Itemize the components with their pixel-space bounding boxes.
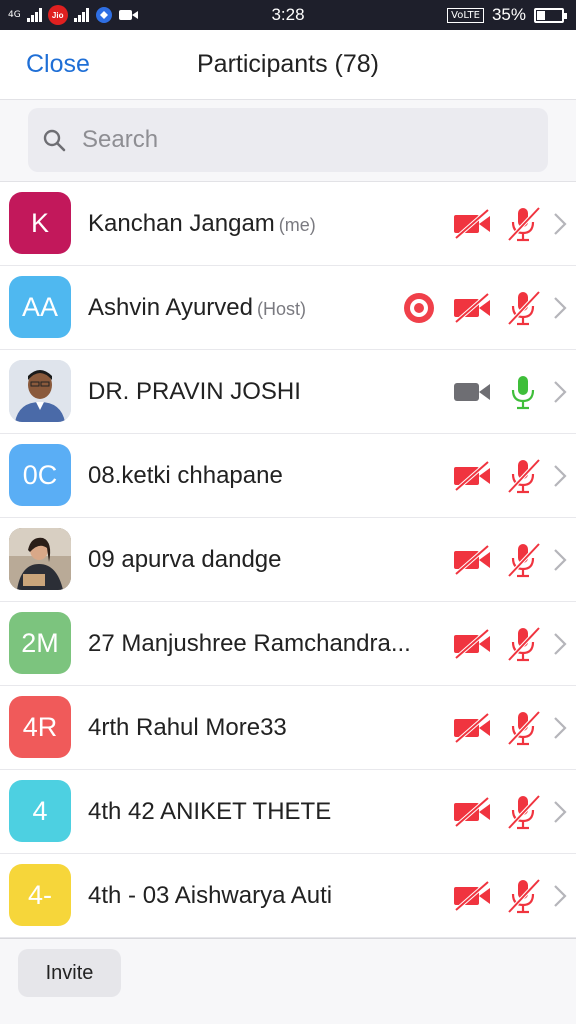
chevron-right-icon[interactable]	[552, 295, 568, 321]
participant-row[interactable]: DR. PRAVIN JOSHI	[0, 350, 576, 434]
status-bar: 4G Jio 3:28 VoLTE 35%	[0, 0, 576, 30]
video-on-icon	[452, 376, 492, 408]
participant-row[interactable]: 4 4th 42 ANIKET THETE	[0, 770, 576, 854]
participant-name-text: 4rth Rahul More33	[88, 714, 287, 741]
participant-name-text: 09 apurva dandge	[88, 546, 282, 573]
mic-muted-icon	[504, 289, 542, 327]
mic-unmuted-icon	[504, 373, 542, 411]
search-input[interactable]	[82, 108, 522, 172]
footer-bar: Invite	[0, 938, 576, 1024]
volte-badge: VoLTE	[447, 7, 484, 23]
avatar-initials: AA	[9, 276, 71, 338]
mic-muted-icon	[504, 625, 542, 663]
participant-role-tag: (Host)	[257, 299, 306, 319]
participant-name-text: 4th 42 ANIKET THETE	[88, 798, 332, 825]
mic-muted-icon	[504, 877, 542, 915]
participant-row[interactable]: 4R 4rth Rahul More33	[0, 686, 576, 770]
mic-muted-icon	[504, 709, 542, 747]
chevron-right-icon[interactable]	[552, 547, 568, 573]
chevron-right-icon[interactable]	[552, 211, 568, 237]
chevron-right-icon[interactable]	[552, 631, 568, 657]
avatar-initials: 2M	[9, 612, 71, 674]
participant-name: 08.ketki chhapane	[88, 434, 283, 518]
mic-muted-icon	[504, 457, 542, 495]
status-right: VoLTE 35%	[447, 5, 567, 25]
video-off-icon	[452, 712, 492, 744]
avatar-photo	[9, 360, 71, 422]
video-off-icon	[452, 460, 492, 492]
battery-icon	[534, 7, 567, 23]
participant-list: K Kanchan Jangam (me) AA Ashvin Ayurved (Host…	[0, 182, 576, 938]
participant-name-text: 4th - 03 Aishwarya Auti	[88, 882, 333, 909]
participant-name: 27 Manjushree Ramchandra...	[88, 602, 411, 686]
participant-row[interactable]: 0C 08.ketki chhapane	[0, 434, 576, 518]
chevron-right-icon[interactable]	[552, 379, 568, 405]
participant-name-text: DR. PRAVIN JOSHI	[88, 378, 301, 405]
chevron-right-icon[interactable]	[552, 463, 568, 489]
participant-name: 09 apurva dandge	[88, 518, 282, 602]
page-title: Participants (78)	[196, 50, 380, 78]
participant-name: Kanchan Jangam (me)	[88, 182, 316, 266]
search-icon	[43, 129, 66, 152]
video-off-icon	[452, 292, 492, 324]
header: Close Participants (78)	[0, 30, 576, 100]
participant-name: 4th 42 ANIKET THETE	[88, 770, 331, 854]
participant-row[interactable]: 4- 4th - 03 Aishwarya Auti	[0, 854, 576, 938]
participant-name-text: Kanchan Jangam	[88, 210, 275, 237]
avatar-initials: K	[9, 192, 71, 254]
search-box[interactable]	[28, 108, 548, 172]
participant-row[interactable]: 2M 27 Manjushree Ramchandra...	[0, 602, 576, 686]
video-off-icon	[452, 544, 492, 576]
participant-row[interactable]: K Kanchan Jangam (me)	[0, 182, 576, 266]
participant-name-text: 27 Manjushree Ramchandra...	[88, 630, 411, 657]
search-bar	[0, 100, 576, 182]
participant-row[interactable]: AA Ashvin Ayurved (Host)	[0, 266, 576, 350]
participant-name: 4rth Rahul More33	[88, 686, 287, 770]
avatar-initials: 4R	[9, 696, 71, 758]
participant-row[interactable]: 09 apurva dandge	[0, 518, 576, 602]
chevron-right-icon[interactable]	[552, 883, 568, 909]
video-off-icon	[452, 880, 492, 912]
avatar-initials: 4	[9, 780, 71, 842]
battery-fill	[537, 10, 546, 20]
mic-muted-icon	[504, 205, 542, 243]
participant-name: 4th - 03 Aishwarya Auti	[88, 854, 332, 938]
video-off-icon	[452, 796, 492, 828]
avatar-photo	[9, 528, 71, 590]
chevron-right-icon[interactable]	[552, 715, 568, 741]
battery-percent: 35%	[491, 5, 526, 24]
invite-button[interactable]: Invite	[18, 949, 121, 997]
mic-muted-icon	[504, 793, 542, 831]
chevron-right-icon[interactable]	[552, 799, 568, 825]
mic-muted-icon	[504, 541, 542, 579]
recording-icon	[403, 292, 435, 324]
avatar-initials: 0C	[9, 444, 71, 506]
participant-name: DR. PRAVIN JOSHI	[88, 350, 301, 434]
participant-role-tag: (me)	[278, 215, 316, 235]
participant-name-text: Ashvin Ayurved	[88, 294, 253, 321]
video-off-icon	[452, 208, 492, 240]
avatar-initials: 4-	[9, 864, 71, 926]
participant-name-text: 08.ketki chhapane	[88, 462, 283, 489]
participant-name: Ashvin Ayurved (Host)	[88, 266, 306, 350]
video-off-icon	[452, 628, 492, 660]
